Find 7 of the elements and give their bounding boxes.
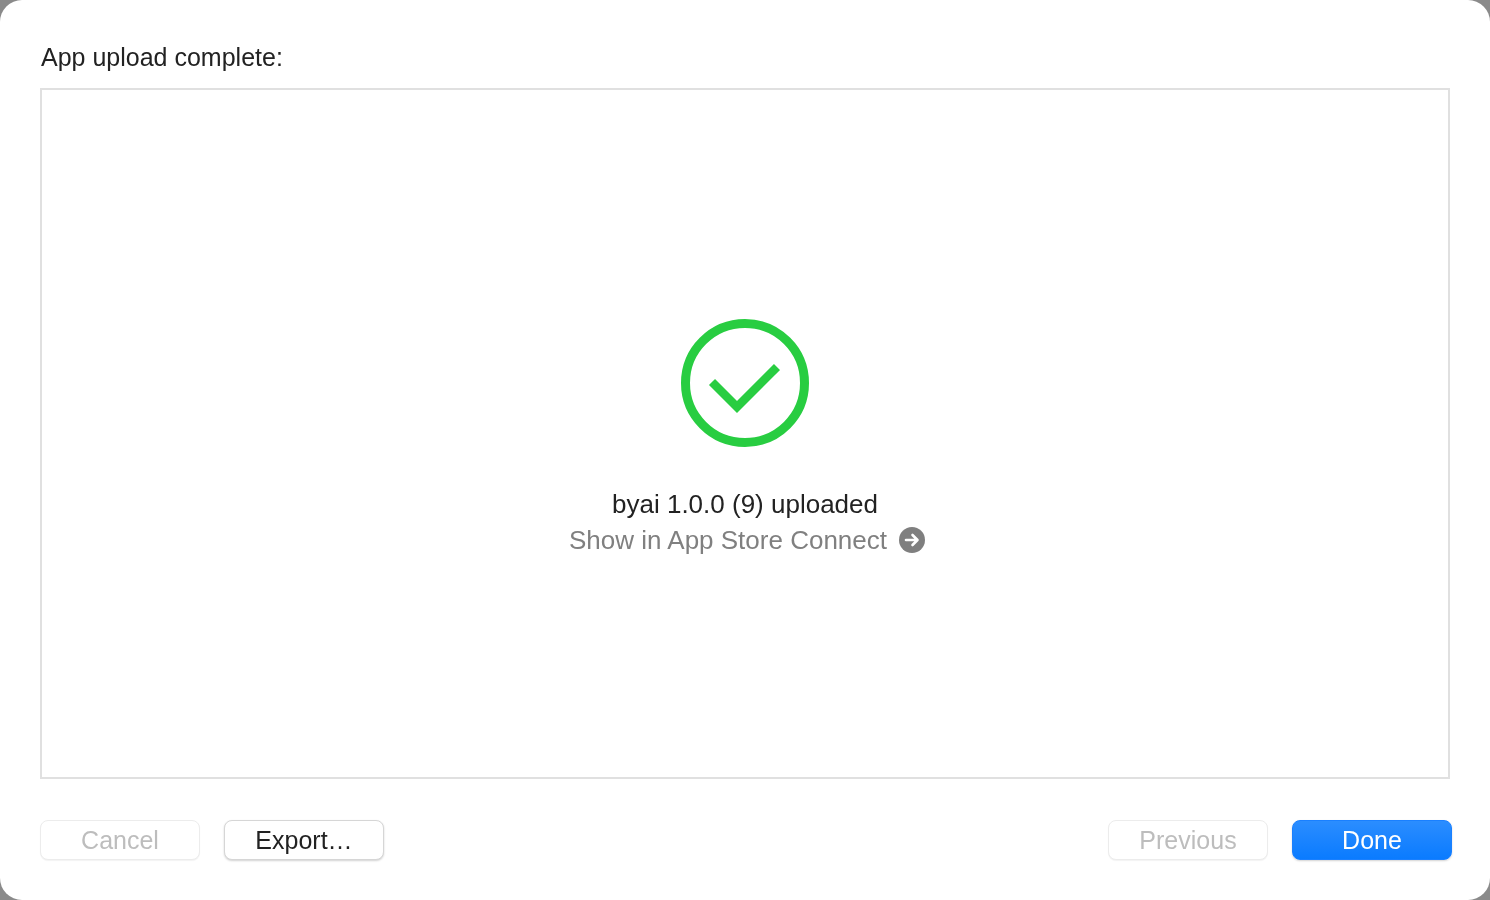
dialog-button[interactable]: Export…: [224, 820, 384, 860]
dialog-title: App upload complete:: [41, 42, 283, 72]
app-store-connect-link[interactable]: Show in App Store Connect: [569, 520, 925, 559]
checkmark-circle-icon: [681, 318, 809, 447]
arrow-circle-icon: [899, 526, 925, 553]
upload-message: byai 1.0.0 (9) uploaded: [612, 487, 878, 521]
done-button[interactable]: Done: [1292, 820, 1452, 860]
